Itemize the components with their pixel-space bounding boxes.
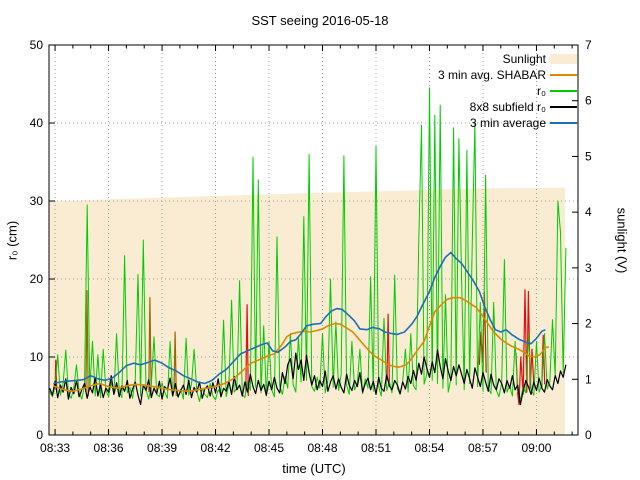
- legend-row: Sunlight: [240, 51, 578, 67]
- legend-label: 8x8 subfield r₀: [470, 99, 546, 115]
- screenshot-root: SST seeing 2016-05-18 r₀ (cm) sunlight (…: [0, 0, 640, 480]
- x-tick-label: 08:48: [307, 441, 337, 455]
- y-tick-label: 0: [36, 428, 43, 442]
- chart-legend: Sunlight3 min avg. SHABARr₀8x8 subfield …: [240, 51, 578, 131]
- y2-tick-label: 0: [585, 428, 592, 442]
- legend-row: 3 min average: [240, 115, 578, 131]
- y2-tick-label: 6: [585, 94, 592, 108]
- legend-label: r₀: [537, 83, 546, 99]
- x-tick-label: 08:36: [94, 441, 124, 455]
- legend-line-swatch: [550, 90, 577, 92]
- x-tick-label: 08:51: [361, 441, 391, 455]
- legend-line-swatch: [550, 122, 577, 124]
- legend-row: r₀: [240, 83, 578, 99]
- legend-label: 3 min avg. SHABAR: [438, 67, 546, 83]
- x-tick-label: 08:57: [468, 441, 498, 455]
- y-tick-label: 50: [30, 38, 44, 52]
- x-tick-label: 08:54: [414, 441, 444, 455]
- y2-tick-label: 7: [585, 38, 592, 52]
- y-tick-label: 30: [30, 194, 44, 208]
- y2-tick-label: 2: [585, 317, 592, 331]
- legend-box-swatch: [550, 54, 577, 64]
- y2-tick-label: 1: [585, 372, 592, 386]
- legend-line-swatch: [550, 106, 577, 108]
- x-tick-label: 09:00: [521, 441, 551, 455]
- y-tick-label: 10: [30, 350, 44, 364]
- y2-tick-label: 3: [585, 261, 592, 275]
- legend-line-swatch: [550, 74, 577, 76]
- legend-label: Sunlight: [503, 51, 546, 67]
- y2-tick-label: 5: [585, 149, 592, 163]
- legend-row: 8x8 subfield r₀: [240, 99, 578, 115]
- x-tick-label: 08:33: [40, 441, 70, 455]
- legend-row: 3 min avg. SHABAR: [240, 67, 578, 83]
- x-tick-label: 08:45: [254, 441, 284, 455]
- x-tick-label: 08:42: [201, 441, 231, 455]
- x-tick-label: 08:39: [147, 441, 177, 455]
- legend-label: 3 min average: [470, 115, 546, 131]
- y-tick-label: 40: [30, 116, 44, 130]
- y-tick-label: 20: [30, 272, 44, 286]
- y2-tick-label: 4: [585, 205, 592, 219]
